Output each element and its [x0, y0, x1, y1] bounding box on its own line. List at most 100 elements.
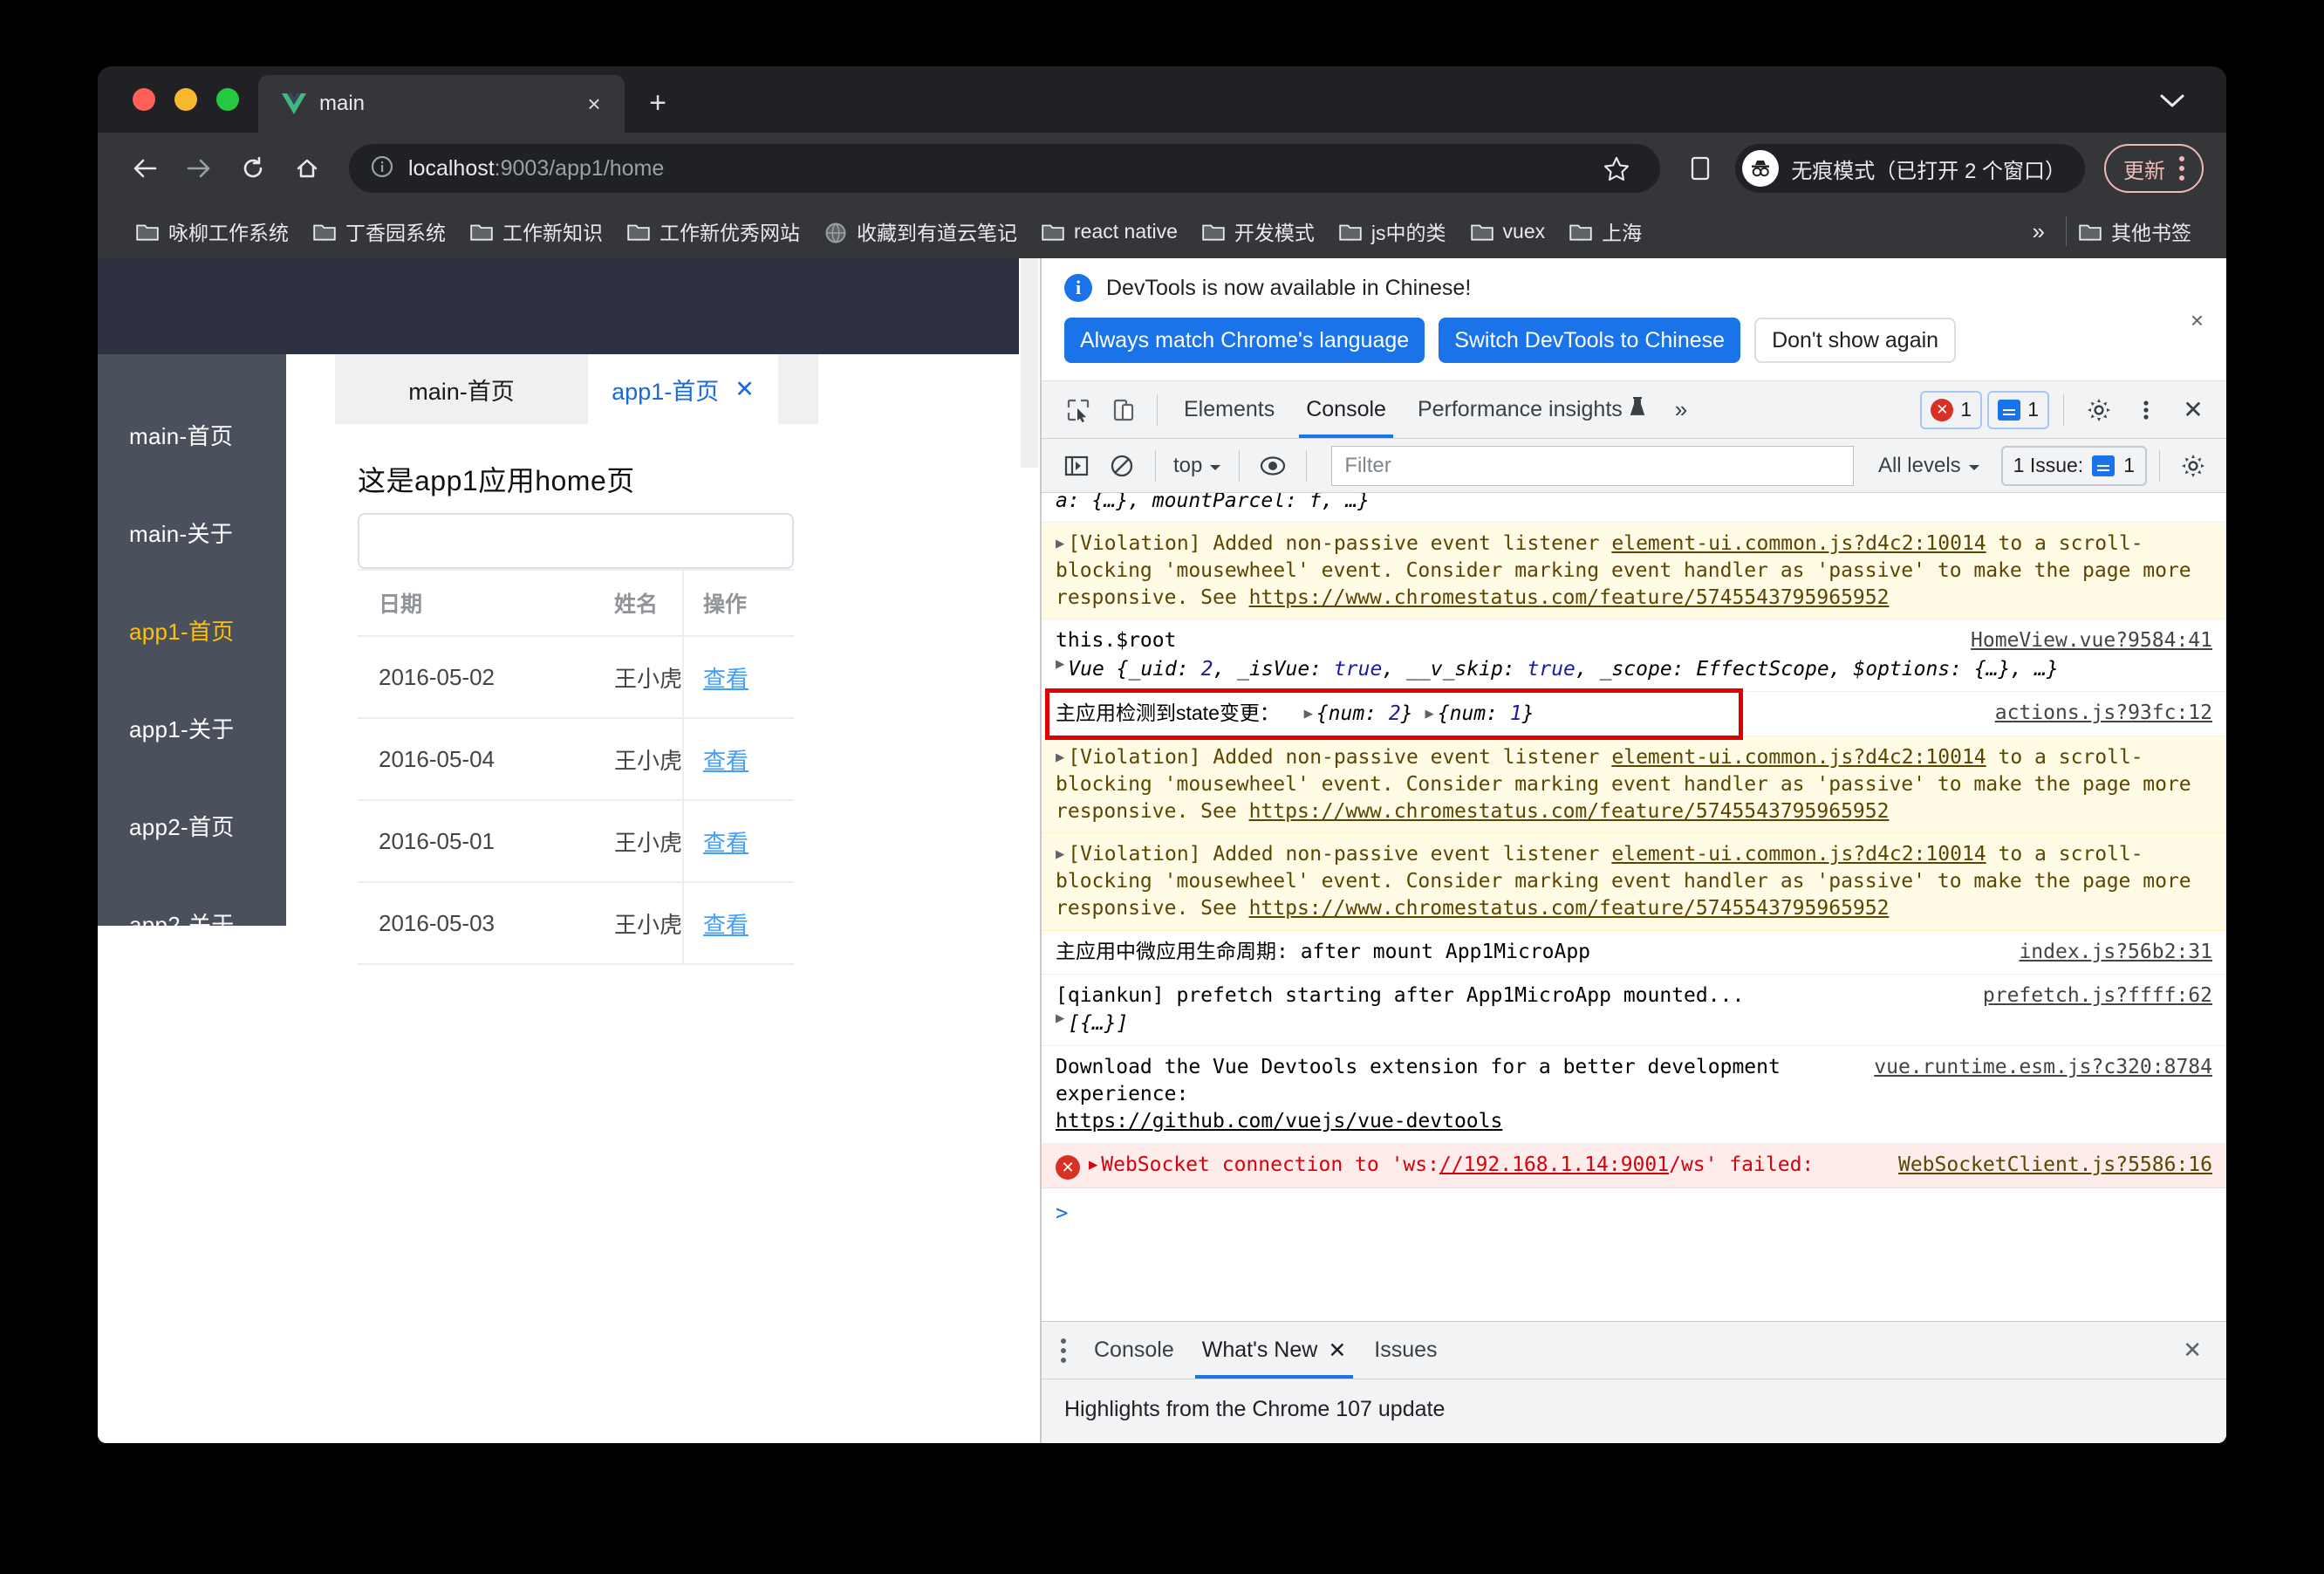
bookmark-item[interactable]: vuex [1459, 211, 1558, 251]
vue-devtools-link[interactable]: https://github.com/vuejs/vue-devtools [1056, 1110, 1502, 1133]
expand-triangle-icon[interactable]: ▶ [1304, 704, 1313, 724]
close-drawer-icon[interactable]: ✕ [2174, 1337, 2211, 1364]
reload-icon[interactable] [229, 144, 277, 193]
close-window-button[interactable] [133, 88, 155, 111]
expand-triangle-icon[interactable]: ▶ [1056, 654, 1064, 681]
sidebar-item-app1-home[interactable]: app1-首页 [98, 581, 286, 679]
close-banner-icon[interactable]: × [2191, 307, 2204, 334]
drawer-menu-kebab-icon[interactable] [1057, 1338, 1078, 1363]
console-input-prompt[interactable]: > [1042, 1188, 2226, 1237]
close-tab-icon[interactable]: ✕ [735, 376, 755, 403]
address-bar[interactable]: localhost:9003/app1/home [349, 144, 1661, 193]
error-counter[interactable]: ✕ 1 [1920, 390, 1983, 429]
log-row-root[interactable]: this.$root HomeView.vue?9584:41 ▶ Vue {_… [1042, 619, 2226, 693]
tab-console[interactable]: Console [1292, 382, 1400, 438]
close-tab-icon[interactable]: ✕ [1328, 1338, 1346, 1364]
expand-triangle-icon[interactable]: ▶ [1056, 748, 1064, 768]
always-match-language-button[interactable]: Always match Chrome's language [1064, 318, 1425, 363]
browser-menu-kebab-icon[interactable] [2174, 156, 2190, 181]
issues-chip[interactable]: 1 Issue: 1 [2000, 445, 2147, 486]
bookmark-item[interactable]: 开发模式 [1190, 211, 1327, 251]
tab-search-chevron-down-icon[interactable] [2155, 84, 2190, 119]
log-source-link[interactable]: index.js?56b2:31 [2019, 939, 2212, 966]
chromestatus-link[interactable]: https://www.chromestatus.com/feature/574… [1249, 897, 1890, 920]
view-link[interactable]: 查看 [703, 830, 748, 856]
log-source-link[interactable]: HomeView.vue?9584:41 [1971, 627, 2212, 654]
bookmark-item[interactable]: 工作新知识 [458, 211, 615, 251]
dont-show-again-button[interactable]: Don't show again [1754, 318, 1957, 363]
close-tab-icon[interactable]: × [579, 89, 609, 119]
sidebar-item-app2-home[interactable]: app2-首页 [98, 777, 286, 874]
bookmark-item[interactable]: react native [1029, 211, 1190, 251]
column-header-date[interactable]: 日期 [358, 570, 595, 637]
search-input[interactable] [358, 513, 794, 569]
column-header-name[interactable]: 姓名 [595, 570, 685, 637]
home-icon[interactable] [283, 144, 332, 193]
bookmark-item[interactable]: js中的类 [1327, 211, 1459, 251]
inspect-element-icon[interactable] [1057, 389, 1099, 431]
drawer-tab-console[interactable]: Console [1082, 1323, 1186, 1379]
bookmark-item[interactable]: 咏柳工作系统 [124, 211, 301, 251]
log-source-link[interactable]: WebSocketClient.js?5586:16 [1898, 1152, 2212, 1180]
execution-context-selector[interactable]: top [1168, 454, 1227, 478]
site-info-icon[interactable] [370, 154, 394, 183]
log-source-link[interactable]: prefetch.js?ffff:62 [1983, 982, 2212, 1009]
update-button[interactable]: 更新 [2104, 144, 2204, 193]
source-link[interactable]: element-ui.common.js?d4c2:10014 [1611, 746, 1986, 769]
minimize-window-button[interactable] [174, 88, 197, 111]
source-link[interactable]: element-ui.common.js?d4c2:10014 [1611, 843, 1986, 866]
page-scrollbar[interactable] [1019, 258, 1040, 1443]
side-panel-icon[interactable] [1678, 146, 1723, 191]
console-sidebar-toggle-icon[interactable] [1056, 445, 1097, 487]
forward-icon[interactable] [174, 144, 223, 193]
log-row-vue-devtools[interactable]: Download the Vue Devtools extension for … [1042, 1046, 2226, 1144]
drawer-tab-issues[interactable]: Issues [1362, 1323, 1449, 1379]
tab-app1-home[interactable]: app1-首页 ✕ [588, 354, 778, 424]
expand-triangle-icon[interactable]: ▶ [1089, 1155, 1097, 1175]
close-devtools-icon[interactable]: ✕ [2172, 389, 2214, 431]
expand-triangle-icon[interactable]: ▶ [1056, 534, 1064, 554]
chromestatus-link[interactable]: https://www.chromestatus.com/feature/574… [1249, 800, 1890, 823]
live-expression-eye-icon[interactable] [1252, 445, 1294, 487]
view-link[interactable]: 查看 [703, 748, 748, 774]
bookmark-item[interactable]: 上海 [1557, 211, 1654, 251]
log-level-selector[interactable]: All levels [1869, 454, 1989, 478]
devtools-menu-kebab-icon[interactable] [2125, 389, 2167, 431]
tab-elements[interactable]: Elements [1170, 382, 1288, 438]
bookmark-item[interactable]: 收藏到有道云笔记 [812, 211, 1029, 251]
log-row-violation[interactable]: ▶ [Violation] Added non-passive event lis… [1042, 833, 2226, 931]
tab-performance-insights[interactable]: Performance insights [1404, 382, 1659, 438]
console-filter-input[interactable]: Filter [1331, 445, 1854, 486]
log-row-state-change[interactable]: 主应用检测到state变更： ▶ {num: 2} ▶ {num: 1} actio… [1042, 692, 2226, 736]
toggle-device-toolbar-icon[interactable] [1103, 389, 1145, 431]
browser-tab[interactable]: main × [258, 75, 625, 133]
view-link[interactable]: 查看 [703, 666, 748, 692]
console-settings-gear-icon[interactable] [2172, 445, 2214, 487]
chromestatus-link[interactable]: https://www.chromestatus.com/feature/574… [1249, 586, 1890, 609]
log-row[interactable]: a: {…}, mountParcel: f, …} [1042, 493, 2226, 523]
maximize-window-button[interactable] [216, 88, 239, 111]
view-link[interactable]: 查看 [703, 912, 748, 938]
settings-gear-icon[interactable] [2078, 389, 2120, 431]
info-counter[interactable]: 1 [1987, 390, 2049, 429]
column-header-operation[interactable]: 操作 [683, 570, 794, 637]
console-log[interactable]: a: {…}, mountParcel: f, …} ▶ [Violation] … [1042, 493, 2226, 1321]
switch-devtools-language-button[interactable]: Switch DevTools to Chinese [1439, 318, 1741, 363]
other-bookmarks-folder[interactable]: 其他书签 [2067, 211, 2204, 251]
new-tab-button[interactable]: + [640, 86, 675, 120]
drawer-tab-whats-new[interactable]: What's New ✕ [1190, 1323, 1359, 1379]
log-row-prefetch[interactable]: [qiankun] prefetch starting after App1Mi… [1042, 975, 2226, 1047]
source-link[interactable]: element-ui.common.js?d4c2:10014 [1611, 532, 1986, 555]
log-row-lifecycle[interactable]: 主应用中微应用生命周期: after mount App1MicroApp in… [1042, 931, 2226, 975]
tab-main-home[interactable]: main-首页 [335, 354, 588, 424]
log-source-link[interactable]: actions.js?93fc:12 [1995, 700, 2212, 728]
bookmark-star-icon[interactable] [1594, 146, 1639, 191]
page-scrollbar-thumb[interactable] [1021, 258, 1038, 468]
more-tabs-icon[interactable]: » [1663, 396, 1699, 423]
sidebar-item-main-home[interactable]: main-首页 [98, 386, 286, 483]
bookmark-item[interactable]: 工作新优秀网站 [615, 211, 812, 251]
log-row-websocket-error[interactable]: ✕ ▶ WebSocket connection to 'ws://192.168… [1042, 1143, 2226, 1188]
log-row-violation[interactable]: ▶ [Violation] Added non-passive event lis… [1042, 523, 2226, 620]
back-icon[interactable] [120, 144, 169, 193]
expand-triangle-icon[interactable]: ▶ [1425, 704, 1434, 724]
